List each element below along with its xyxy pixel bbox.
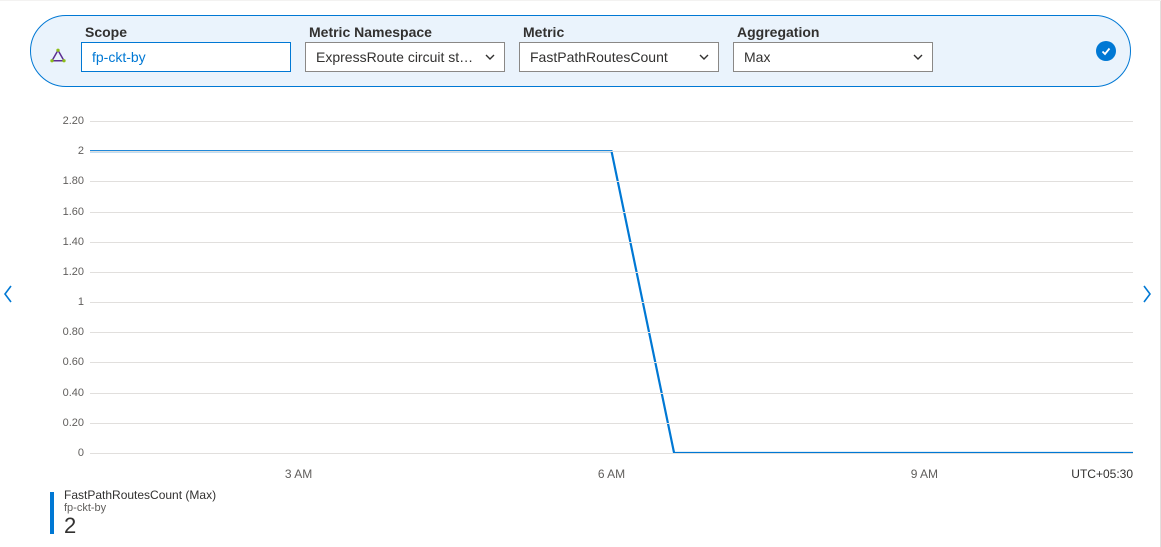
chart-legend[interactable]: FastPathRoutesCount (Max) fp-ckt-by 2 [50,488,216,537]
grid-line [90,393,1133,394]
scope-icon [49,48,67,66]
legend-color-swatch [50,492,54,534]
legend-current-value: 2 [64,515,216,537]
metrics-chart: UTC+05:30 0 0.20 0.40 0.60 0.80 1 1.20 1.40 1.60… [50,121,1133,481]
y-axis-tick: 0.20 [50,417,84,429]
y-axis-tick: 0.60 [50,356,84,368]
validation-ok-icon [1096,41,1116,61]
aggregation-label: Aggregation [733,24,933,40]
grid-line [90,212,1133,213]
chevron-down-icon [912,51,924,63]
prev-time-range-button[interactable] [0,281,16,307]
scope-value: fp-ckt-by [92,49,146,65]
metric-filter-bar: Scope fp-ckt-by Metric Namespace Express… [30,15,1131,87]
aggregation-field: Aggregation Max [733,24,933,72]
namespace-label: Metric Namespace [305,24,505,40]
y-axis-tick: 1.80 [50,175,84,187]
scope-input[interactable]: fp-ckt-by [81,42,291,72]
namespace-value: ExpressRoute circuit sta… [316,49,478,65]
grid-line [90,242,1133,243]
y-axis-tick: 1 [50,296,84,308]
y-axis-tick: 2 [50,145,84,157]
y-axis-tick: 0.80 [50,326,84,338]
y-axis-tick: 1.60 [50,206,84,218]
metric-select[interactable]: FastPathRoutesCount [519,42,719,72]
grid-line [90,121,1133,122]
y-axis-tick: 1.20 [50,266,84,278]
grid-line [90,423,1133,424]
metric-value: FastPathRoutesCount [530,49,668,65]
grid-line [90,332,1133,333]
x-axis-tick: 9 AM [911,467,938,481]
namespace-field: Metric Namespace ExpressRoute circuit st… [305,24,505,72]
metric-field: Metric FastPathRoutesCount [519,24,719,72]
grid-line [90,272,1133,273]
grid-line [90,453,1133,454]
namespace-select[interactable]: ExpressRoute circuit sta… [305,42,505,72]
metric-label: Metric [519,24,719,40]
legend-resource-name: fp-ckt-by [64,502,216,515]
scope-label: Scope [81,24,291,40]
x-axis-tick: 6 AM [598,467,625,481]
x-axis-tick: 3 AM [285,467,312,481]
grid-line [90,151,1133,152]
scope-field: Scope fp-ckt-by [81,24,291,72]
aggregation-value: Max [744,49,770,65]
y-axis-tick: 2.20 [50,115,84,127]
aggregation-select[interactable]: Max [733,42,933,72]
y-axis-tick: 1.40 [50,236,84,248]
legend-series-name: FastPathRoutesCount (Max) [64,488,216,502]
grid-line [90,362,1133,363]
y-axis-tick: 0 [50,447,84,459]
grid-line [90,302,1133,303]
next-time-range-button[interactable] [1139,281,1155,307]
timezone-label: UTC+05:30 [1071,467,1133,481]
y-axis-tick: 0.40 [50,387,84,399]
grid-line [90,181,1133,182]
chevron-down-icon [484,51,496,63]
chevron-down-icon [698,51,710,63]
